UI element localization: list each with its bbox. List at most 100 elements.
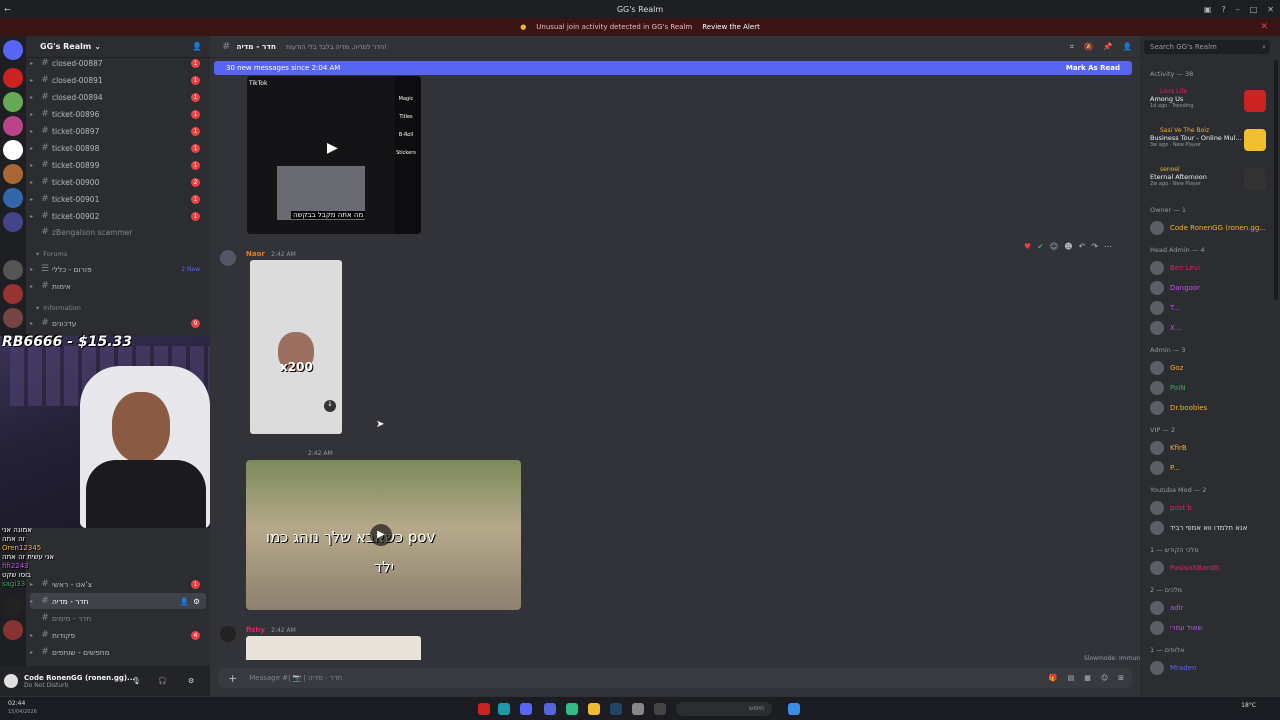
- gear-icon[interactable]: ⚙: [193, 597, 200, 606]
- member-item[interactable]: Dangoor: [1150, 280, 1270, 296]
- member-item[interactable]: Ben Levi: [1150, 260, 1270, 276]
- taskbar-search[interactable]: חיפוש: [676, 702, 772, 716]
- member-item[interactable]: Goz: [1150, 360, 1270, 376]
- steam-icon[interactable]: [610, 703, 622, 715]
- server-icon[interactable]: [3, 212, 23, 232]
- windows-start-icon[interactable]: [788, 703, 800, 715]
- server-icon[interactable]: [3, 260, 23, 280]
- activity-card[interactable]: Sasi Ve The Boiz Business Tour - Online M…: [1150, 127, 1268, 161]
- activity-card[interactable]: senoel Eternal Afternoon 2w ago · New Play…: [1150, 166, 1268, 200]
- channel-item[interactable]: ▸ # ticket-00896 1: [30, 106, 206, 122]
- sticker-icon[interactable]: ▦: [1084, 674, 1091, 682]
- activity-card[interactable]: Liors Life Among Us 1d ago · Trending: [1150, 88, 1268, 122]
- channel-item[interactable]: ▸ # ticket-00899 1: [30, 157, 206, 173]
- video-attachment[interactable]: כשאבא שלך נוהג כמו pov ילד ▶: [246, 460, 521, 610]
- channel-item[interactable]: ▸ # ticket-00898 1: [30, 140, 206, 156]
- heart-reaction-icon[interactable]: ♥: [1024, 242, 1031, 251]
- taskbar-app-icon[interactable]: [498, 703, 510, 715]
- message-author[interactable]: fishy: [246, 626, 265, 634]
- taskbar-app-icon[interactable]: [544, 703, 556, 715]
- new-messages-bar[interactable]: 30 new messages since 2:04 AM Mark As Re…: [214, 61, 1132, 75]
- server-icon[interactable]: [3, 620, 23, 640]
- server-icon[interactable]: [3, 164, 23, 184]
- server-icon[interactable]: [3, 596, 23, 616]
- member-item[interactable]: שאול עמרי: [1150, 620, 1270, 636]
- notification-bell-icon[interactable]: 🔕: [1084, 42, 1093, 52]
- channel-item[interactable]: # חדר - מימים: [30, 610, 206, 626]
- chrome-icon[interactable]: [566, 703, 578, 715]
- member-item[interactable]: אנא תלמדו ווא אמפי רביד: [1150, 520, 1270, 536]
- minimize-icon[interactable]: –: [1236, 5, 1240, 14]
- taskbar-app-icon[interactable]: [478, 703, 490, 715]
- member-scrollbar[interactable]: [1274, 60, 1278, 300]
- gif-icon[interactable]: ▤: [1068, 674, 1075, 682]
- gift-icon[interactable]: 🎁: [1049, 674, 1058, 682]
- member-item[interactable]: PaIN: [1150, 380, 1270, 396]
- member-item[interactable]: adir: [1150, 600, 1270, 616]
- member-list-icon[interactable]: 👤: [1123, 42, 1132, 52]
- channel-item[interactable]: ▸ # עדכונים 9: [30, 315, 206, 331]
- folder-icon[interactable]: [588, 703, 600, 715]
- message-author[interactable]: Naor: [246, 250, 265, 258]
- channel-item[interactable]: # zBengalson scammer: [30, 224, 206, 240]
- message-input[interactable]: + Message #| 📷 | חדר - מדיה 🎁 ▤ ▦ ☺ ⊞: [218, 668, 1132, 688]
- threads-icon[interactable]: ⌗: [1070, 42, 1074, 52]
- inbox-icon[interactable]: ▣: [1204, 5, 1212, 14]
- forum-channel[interactable]: ▸ ☰ פורום - כללי 2 New: [30, 261, 206, 277]
- image-attachment[interactable]: [246, 636, 421, 660]
- taskbar-app-icon[interactable]: [632, 703, 644, 715]
- channel-item-active[interactable]: ▸ # חדר - מדיה 👤 ⚙: [30, 593, 206, 609]
- add-member-icon[interactable]: 👤: [192, 42, 202, 51]
- emoji-reaction-icon[interactable]: ☺: [1050, 242, 1058, 251]
- review-alert-link[interactable]: Review the Alert: [702, 23, 760, 31]
- member-item[interactable]: Code RonenGG (ronen.gg...: [1150, 220, 1270, 236]
- video-attachment[interactable]: TikTok מה אתה מקבל בבקשה ▶ Magic Titles …: [247, 76, 421, 234]
- channel-item[interactable]: ▸ # closed-00894 1: [30, 89, 206, 105]
- channel-item[interactable]: ▸ # ticket-00901 1: [30, 191, 206, 207]
- add-attachment-icon[interactable]: +: [228, 672, 237, 685]
- close-icon[interactable]: ✕: [1267, 5, 1274, 14]
- member-item[interactable]: Dr.boobies: [1150, 400, 1270, 416]
- taskbar-app-icon[interactable]: [654, 703, 666, 715]
- channel-item[interactable]: ▸ # צ'אט - ראשי 1: [30, 576, 206, 592]
- member-item[interactable]: post b: [1150, 500, 1270, 516]
- member-item[interactable]: X...: [1150, 320, 1270, 336]
- add-user-icon[interactable]: 👤: [180, 597, 189, 606]
- member-item[interactable]: KfirB: [1150, 440, 1270, 456]
- category-forums[interactable]: ▾ Forums: [36, 250, 67, 258]
- maximize-icon[interactable]: □: [1250, 5, 1258, 14]
- settings-icon[interactable]: ⚙: [188, 677, 194, 685]
- category-information[interactable]: ▾ Information: [36, 304, 81, 312]
- dismiss-alert-icon[interactable]: ✕: [1260, 22, 1268, 32]
- member-item[interactable]: Mraden: [1150, 660, 1270, 676]
- microphone-icon[interactable]: 🎙: [132, 677, 141, 685]
- channel-item[interactable]: ▸ # ticket-00900 2: [30, 174, 206, 190]
- channel-item[interactable]: ▸ # ticket-00902 1: [30, 208, 206, 224]
- search-input[interactable]: Search GG's Realm ⌕: [1144, 40, 1270, 54]
- check-reaction-icon[interactable]: ✔: [1037, 242, 1044, 251]
- server-icon[interactable]: [3, 92, 23, 112]
- apps-icon[interactable]: ⊞: [1118, 674, 1124, 682]
- server-icon[interactable]: [3, 284, 23, 304]
- channel-item[interactable]: ▸ # closed-00887 1: [30, 55, 206, 71]
- reply-icon[interactable]: ↶: [1079, 242, 1086, 251]
- help-icon[interactable]: ?: [1221, 5, 1225, 14]
- server-icon[interactable]: [3, 116, 23, 136]
- play-icon[interactable]: ▶: [370, 524, 392, 546]
- avatar[interactable]: [220, 250, 236, 266]
- channel-item[interactable]: ▸ # פקודות 4: [30, 627, 206, 643]
- member-item[interactable]: T...: [1150, 300, 1270, 316]
- pin-icon[interactable]: 📌: [1103, 42, 1112, 52]
- more-icon[interactable]: ⋯: [1104, 242, 1112, 251]
- emoji-icon[interactable]: ☺: [1101, 674, 1108, 682]
- server-icon[interactable]: [3, 188, 23, 208]
- add-reaction-icon[interactable]: ☻: [1064, 242, 1072, 251]
- avatar[interactable]: [220, 626, 236, 642]
- play-icon[interactable]: ▶: [327, 140, 338, 156]
- server-icon[interactable]: [3, 308, 23, 328]
- avatar[interactable]: [4, 674, 18, 688]
- server-icon[interactable]: [3, 68, 23, 88]
- server-icon[interactable]: [3, 140, 23, 160]
- server-icon[interactable]: [3, 40, 23, 60]
- member-item[interactable]: P...: [1150, 460, 1270, 476]
